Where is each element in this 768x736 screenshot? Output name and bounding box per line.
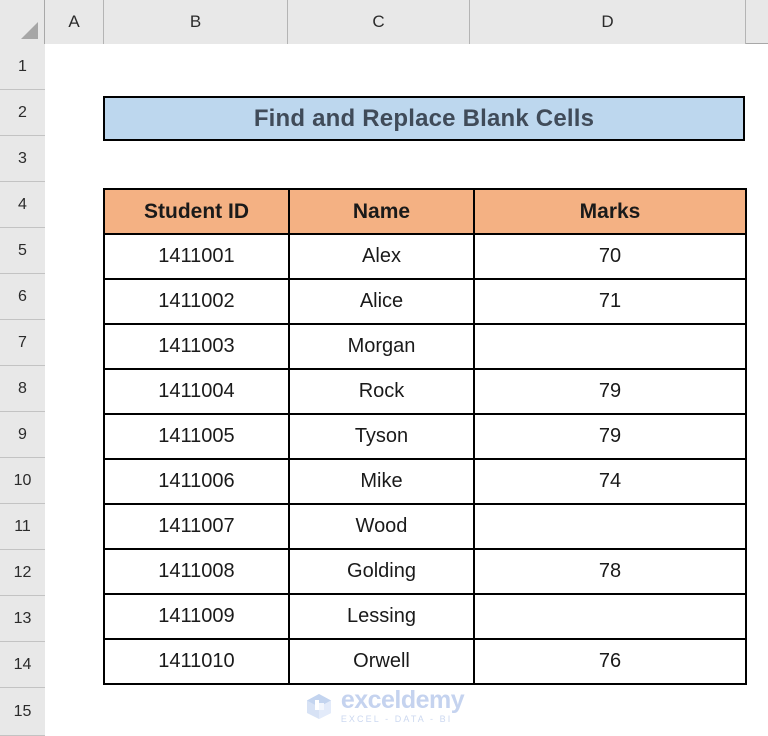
page-title: Find and Replace Blank Cells xyxy=(253,104,595,132)
cell-student-id[interactable]: 1411003 xyxy=(103,323,290,370)
cell-marks[interactable]: 74 xyxy=(473,458,747,505)
cell-student-id[interactable]: 1411008 xyxy=(103,548,290,595)
column-header-a[interactable]: A xyxy=(45,0,104,44)
cell-student-id[interactable]: 1411005 xyxy=(103,413,290,460)
table-row[interactable]: 1411001 Alex 70 xyxy=(103,233,747,280)
table-body: 1411001 Alex 70 1411002 Alice 71 1411003 Morgan… xyxy=(103,233,747,685)
table-row[interactable]: 1411004 Rock 79 xyxy=(103,368,747,415)
row-header-14[interactable]: 14 xyxy=(0,642,45,688)
row-header-10[interactable]: 10 xyxy=(0,458,45,504)
cell-marks[interactable] xyxy=(473,323,747,370)
cell-name[interactable]: Mike xyxy=(288,458,475,505)
cell-marks[interactable]: 78 xyxy=(473,548,747,595)
select-all-corner[interactable] xyxy=(0,0,45,44)
table-row[interactable]: 1411010 Orwell 76 xyxy=(103,638,747,685)
cell-name[interactable]: Alice xyxy=(288,278,475,325)
title-banner-cell[interactable]: Find and Replace Blank Cells xyxy=(103,96,745,141)
cell-name[interactable]: Lessing xyxy=(288,593,475,640)
row-header-5[interactable]: 5 xyxy=(0,228,45,274)
column-header-student-id[interactable]: Student ID xyxy=(103,188,290,235)
cell-name[interactable]: Tyson xyxy=(288,413,475,460)
cell-student-id[interactable]: 1411010 xyxy=(103,638,290,685)
row-header-15[interactable]: 15 xyxy=(0,688,45,736)
cell-student-id[interactable]: 1411001 xyxy=(103,233,290,280)
row-header-3[interactable]: 3 xyxy=(0,136,45,182)
cell-name[interactable]: Wood xyxy=(288,503,475,550)
column-header-d[interactable]: D xyxy=(470,0,746,44)
row-header-6[interactable]: 6 xyxy=(0,274,45,320)
cell-marks[interactable]: 70 xyxy=(473,233,747,280)
table-header-row: Student ID Name Marks xyxy=(103,188,747,235)
table-row[interactable]: 1411008 Golding 78 xyxy=(103,548,747,595)
cell-name[interactable]: Rock xyxy=(288,368,475,415)
select-all-triangle-icon xyxy=(21,22,38,39)
row-header-4[interactable]: 4 xyxy=(0,182,45,228)
cell-marks[interactable] xyxy=(473,593,747,640)
column-header-name[interactable]: Name xyxy=(288,188,475,235)
table-row[interactable]: 1411003 Morgan xyxy=(103,323,747,370)
cell-name[interactable]: Morgan xyxy=(288,323,475,370)
row-header-12[interactable]: 12 xyxy=(0,550,45,596)
table-row[interactable]: 1411006 Mike 74 xyxy=(103,458,747,505)
data-table[interactable]: Student ID Name Marks 1411001 Alex 70 14110… xyxy=(103,188,747,685)
table-row[interactable]: 1411002 Alice 71 xyxy=(103,278,747,325)
row-header-9[interactable]: 9 xyxy=(0,412,45,458)
cell-student-id[interactable]: 1411002 xyxy=(103,278,290,325)
cell-student-id[interactable]: 1411006 xyxy=(103,458,290,505)
row-header-strip: 1 2 3 4 5 6 7 8 9 10 11 12 13 14 15 xyxy=(0,44,45,736)
cell-student-id[interactable]: 1411007 xyxy=(103,503,290,550)
column-header-c[interactable]: C xyxy=(288,0,470,44)
table-row[interactable]: 1411009 Lessing xyxy=(103,593,747,640)
row-header-1[interactable]: 1 xyxy=(0,44,45,90)
cell-marks[interactable]: 71 xyxy=(473,278,747,325)
cell-student-id[interactable]: 1411009 xyxy=(103,593,290,640)
cell-student-id[interactable]: 1411004 xyxy=(103,368,290,415)
column-header-strip: ABCD xyxy=(0,0,768,44)
column-header-b[interactable]: B xyxy=(104,0,288,44)
cell-marks[interactable]: 79 xyxy=(473,368,747,415)
column-header-marks[interactable]: Marks xyxy=(473,188,747,235)
row-header-11[interactable]: 11 xyxy=(0,504,45,550)
cell-name[interactable]: Golding xyxy=(288,548,475,595)
table-row[interactable]: 1411005 Tyson 79 xyxy=(103,413,747,460)
cell-marks[interactable]: 79 xyxy=(473,413,747,460)
cell-name[interactable]: Orwell xyxy=(288,638,475,685)
row-header-8[interactable]: 8 xyxy=(0,366,45,412)
row-header-2[interactable]: 2 xyxy=(0,90,45,136)
row-header-7[interactable]: 7 xyxy=(0,320,45,366)
row-header-13[interactable]: 13 xyxy=(0,596,45,642)
cell-marks[interactable] xyxy=(473,503,747,550)
table-row[interactable]: 1411007 Wood xyxy=(103,503,747,550)
spreadsheet-canvas: ABCD 1 2 3 4 5 6 7 8 9 10 11 12 13 14 15 Find and Repl… xyxy=(0,0,768,736)
cell-name[interactable]: Alex xyxy=(288,233,475,280)
cell-marks[interactable]: 76 xyxy=(473,638,747,685)
